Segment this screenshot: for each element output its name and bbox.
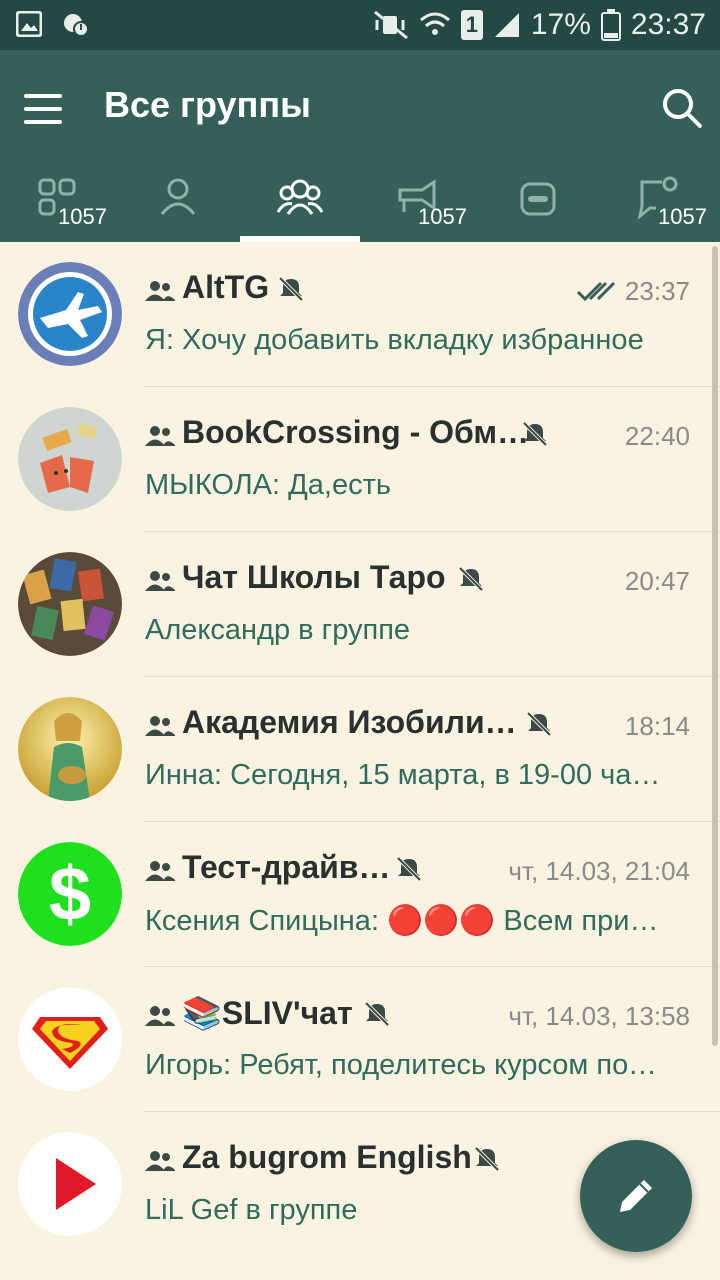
chat-row[interactable]: AltTG 23:37 Я: Хочу добавить вкладку изб… <box>0 242 720 387</box>
tab-all-chats[interactable]: 1057 <box>0 170 120 242</box>
tarot-avatar <box>18 552 122 656</box>
chat-name: BookCrossing - Обм… <box>182 414 530 450</box>
chat-row[interactable]: Академия Изобили… 18:14 Инна: Сегодня, 1… <box>0 677 720 822</box>
chat-row[interactable]: $ Тест-драйв… чт, 14.03, 21:04 Ксения Сп… <box>0 822 720 967</box>
jet-avatar <box>18 262 122 366</box>
settings-alert-icon <box>64 14 89 37</box>
play-avatar <box>18 1132 122 1236</box>
app-bar: Все группы 1057 1057 1057 <box>0 50 720 242</box>
tab-unread[interactable]: 1057 <box>600 170 720 242</box>
dollar-avatar: $ <box>18 842 122 946</box>
chat-last-message: МЫКОЛА: Да,есть <box>145 469 391 501</box>
mute-vibrate-icon <box>373 10 408 40</box>
chat-last-message: Ксения Спицына: 🔴🔴🔴 Всем привет <box>145 905 665 937</box>
sim-indicator: 1 <box>460 10 483 40</box>
mute-icon <box>474 1146 500 1172</box>
compose-button[interactable] <box>580 1140 692 1252</box>
chat-last-message: Игорь: Ребят, поделитесь курсом пожалуйс… <box>145 1049 665 1081</box>
mute-icon <box>522 421 548 447</box>
chat-row[interactable]: BookCrossing - Обм… 22:40 МЫКОЛА: Да,ест… <box>0 387 720 532</box>
clock: 23:37 <box>630 8 706 41</box>
chat-time: чт, 14.03, 21:04 <box>508 856 690 886</box>
status-bar: 1 17% 23:37 <box>0 0 720 50</box>
group-chat-icon <box>145 426 175 446</box>
goddess-avatar <box>18 697 122 801</box>
mute-icon <box>278 276 304 302</box>
page-title: Все группы <box>104 84 311 125</box>
tab-bar: 1057 1057 1057 <box>0 170 720 242</box>
chat-name: 📚SLIV'чат <box>182 995 353 1031</box>
group-chat-icon <box>145 716 175 736</box>
gallery-icon <box>16 11 42 37</box>
mute-icon <box>396 856 422 882</box>
superman-avatar <box>18 987 122 1091</box>
read-ticks-icon <box>576 281 616 302</box>
book-avatar <box>18 407 122 511</box>
tab-count: 1057 <box>658 204 707 229</box>
chat-name: AltTG <box>182 269 270 305</box>
scrollbar[interactable] <box>712 246 718 1046</box>
tab-contacts[interactable] <box>120 170 240 242</box>
chat-time: 23:37 <box>624 276 690 306</box>
group-chat-icon <box>145 1006 175 1026</box>
chat-last-message: Александр в группе <box>145 614 411 646</box>
battery-percent: 17% <box>530 8 591 41</box>
group-chat-icon <box>145 281 175 301</box>
group-chat-icon <box>145 1151 175 1171</box>
group-chat-icon <box>145 861 175 881</box>
tab-count: 1057 <box>58 204 107 229</box>
chat-last-message: Инна: Сегодня, 15 марта, в 19-00 часов <box>145 759 665 791</box>
chat-time: 22:40 <box>624 421 690 451</box>
group-chat-icon <box>145 571 175 591</box>
menu-icon[interactable] <box>24 94 64 124</box>
chat-time: 18:14 <box>624 711 690 741</box>
chat-row[interactable]: Чат Школы Таро 20:47 Александр в группе <box>0 532 720 677</box>
mute-icon <box>526 711 552 737</box>
chat-row[interactable]: 📚SLIV'чат чт, 14.03, 13:58 Игорь: Ребят,… <box>0 967 720 1112</box>
pencil-icon <box>620 1180 652 1212</box>
search-icon[interactable] <box>660 86 704 130</box>
mute-icon <box>364 1001 390 1027</box>
tab-bots[interactable] <box>480 170 600 242</box>
group-icon <box>276 179 324 215</box>
chat-time: чт, 14.03, 13:58 <box>508 1001 690 1031</box>
chat-last-message: Я: Хочу добавить вкладку избранное <box>145 324 644 356</box>
battery-icon <box>600 9 621 41</box>
tab-groups[interactable] <box>240 170 360 242</box>
chat-name: Тест-драйв… <box>182 849 391 885</box>
person-icon <box>160 178 196 215</box>
wifi-icon <box>419 12 450 35</box>
chat-time: 20:47 <box>624 566 690 596</box>
signal-icon <box>494 13 519 37</box>
mute-icon <box>458 566 484 592</box>
chat-name: Чат Школы Таро <box>182 559 446 595</box>
chat-name: Академия Изобили… <box>182 704 517 740</box>
tab-channels[interactable]: 1057 <box>360 170 480 242</box>
bot-icon <box>520 182 556 216</box>
svg-text:$: $ <box>49 852 91 937</box>
chat-list: AltTG 23:37 Я: Хочу добавить вкладку изб… <box>0 242 720 1257</box>
tab-count: 1057 <box>418 204 467 229</box>
chat-name: Za bugrom English <box>182 1139 472 1175</box>
